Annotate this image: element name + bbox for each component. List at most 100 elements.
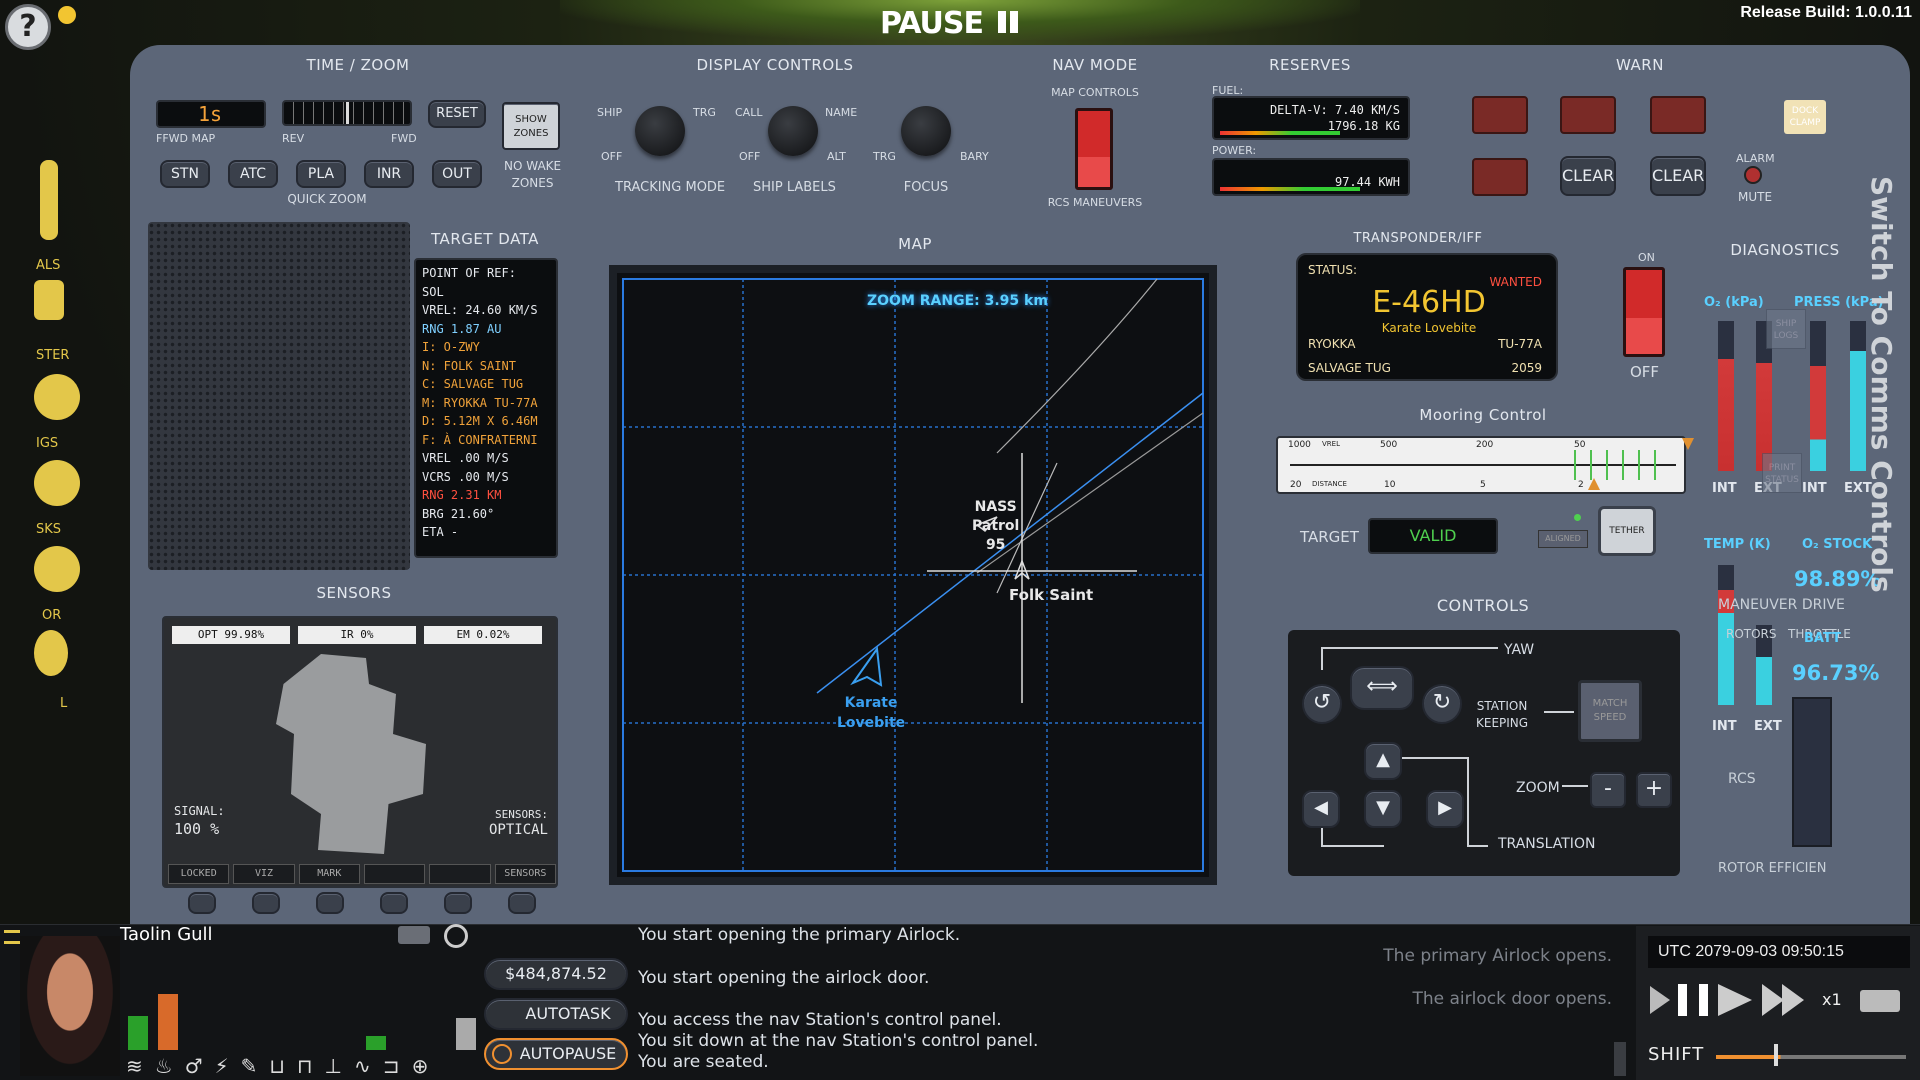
helm-icon[interactable] (34, 280, 64, 320)
misc-icon[interactable] (34, 630, 68, 676)
needs-icons-row: ≋♨♂⚡✎⊔⊓⊥∿⊐⊕ (126, 1054, 441, 1078)
transponder-status-label: STATUS: (1308, 263, 1358, 277)
shift-slider[interactable] (1716, 1055, 1906, 1059)
clear-button-1[interactable]: CLEAR (1560, 156, 1616, 196)
tracking-mode-knob[interactable] (635, 106, 685, 156)
translate-right-button[interactable]: ▶ (1426, 790, 1464, 828)
sensor-tab-5[interactable] (429, 864, 491, 884)
labels-name-label: NAME (825, 106, 858, 119)
airlock-icon[interactable] (40, 160, 58, 240)
transponder-off-label: OFF (1630, 363, 1660, 381)
zoom-plus-button[interactable]: + (1636, 772, 1672, 808)
yaw-center-button[interactable]: ⟺ (1350, 666, 1414, 710)
translate-left-button[interactable]: ◀ (1302, 790, 1340, 828)
sensor-tab-4[interactable] (363, 864, 426, 884)
focus-knob[interactable] (901, 106, 951, 156)
zoom-inr-button[interactable]: INR (364, 160, 414, 188)
transponder-switch[interactable] (1623, 267, 1665, 357)
settings-icon[interactable] (444, 924, 468, 948)
radar-icon[interactable] (34, 546, 80, 592)
diagnostics-title: DIAGNOSTICS (1730, 241, 1840, 259)
play-button[interactable] (1718, 984, 1752, 1016)
log-line-4: You sit down at the nav Station's contro… (638, 1031, 1039, 1051)
reserves-title: RESERVES (1269, 56, 1351, 74)
aligned-indicator: ALIGNED (1538, 530, 1588, 548)
mooring-distance-indicator (1588, 478, 1600, 490)
step-play-button[interactable] (1650, 986, 1670, 1014)
sensor-tab-mark[interactable]: MARK (298, 864, 360, 884)
warn-light-4[interactable] (1472, 158, 1528, 196)
rigs-icon[interactable] (34, 374, 80, 420)
nav-mode-switch[interactable] (1075, 108, 1113, 190)
zoom-pla-button[interactable]: PLA (296, 160, 346, 188)
sensor-button-4[interactable] (380, 892, 408, 914)
help-button[interactable]: ? (5, 4, 51, 50)
power-label: POWER: (1212, 144, 1257, 157)
fast-forward-button[interactable] (1762, 984, 1810, 1016)
sensor-button-6[interactable] (508, 892, 536, 914)
character-button-1[interactable] (398, 926, 430, 944)
clear-button-2[interactable]: CLEAR (1650, 156, 1706, 196)
map-screen[interactable]: ZOOM RANGE: 3.95 km NASS Patrol 95 Folk … (609, 265, 1217, 885)
sensor-tab-sensors[interactable]: SENSORS (494, 864, 556, 884)
translate-down-button[interactable]: ▼ (1364, 790, 1402, 828)
tasks-icon[interactable] (34, 460, 80, 506)
translate-up-button[interactable]: ▲ (1364, 742, 1402, 780)
tracking-off-label: OFF (601, 150, 623, 163)
yaw-right-button[interactable]: ↻ (1422, 684, 1462, 724)
warn-light-1[interactable] (1472, 96, 1528, 134)
ship-logs-button[interactable]: SHIP LOGS (1766, 309, 1806, 349)
station-line2: KEEPING (1476, 716, 1529, 730)
pause-label: PAUSE (880, 6, 984, 41)
show-zones-line2: ZONES (513, 128, 549, 139)
sensor-button-1[interactable] (188, 892, 216, 914)
map-panel: MAP ZOOM RANGE: 3.95 km NASS Patrol 95 F… (585, 225, 1245, 895)
sensor-tab-locked[interactable]: LOCKED (168, 864, 230, 884)
show-zones-button[interactable]: SHOW ZONES (502, 102, 560, 150)
translation-label: TRANSLATION (1498, 836, 1596, 852)
pause-indicator[interactable]: PAUSE (880, 6, 1019, 41)
reset-button[interactable]: RESET (428, 100, 486, 128)
warn-light-2[interactable] (1560, 96, 1616, 134)
pause-icon-bar (1010, 11, 1019, 33)
target-data-line: VCRS .00 M/S (422, 469, 509, 484)
zoom-minus-button[interactable]: - (1590, 772, 1626, 808)
print-status-button[interactable]: PRINT STATUS (1762, 453, 1802, 493)
character-portrait[interactable] (20, 936, 120, 1076)
match-line1: MATCH (1592, 698, 1628, 709)
throttle-slider[interactable] (1792, 697, 1832, 847)
alarm-mute-knob[interactable] (1744, 166, 1762, 184)
tick-5: 5 (1480, 480, 1486, 490)
sensor-tab-viz[interactable]: VIZ (233, 864, 295, 884)
sensors-mode-value: OPTICAL (488, 822, 548, 838)
labels-alt-label: ALT (827, 150, 846, 163)
dock-clamp-button[interactable]: DOCK CLAMP (1784, 100, 1826, 134)
speed-toggle[interactable] (1860, 990, 1900, 1012)
autopause-button[interactable]: AUTOPAUSE (484, 1038, 628, 1070)
zoom-atc-button[interactable]: ATC (228, 160, 278, 188)
yaw-left-button[interactable]: ↺ (1302, 684, 1342, 724)
pause-button[interactable] (1678, 984, 1708, 1016)
sensor-button-3[interactable] (316, 892, 344, 914)
focus-bary-label: BARY (960, 150, 989, 163)
em-readout: EM 0.02% (424, 626, 542, 644)
transponder-type: SALVAGE TUG (1308, 361, 1391, 375)
autotask-button[interactable]: AUTOTASK (484, 998, 628, 1030)
signal-value: 100 % (174, 820, 220, 838)
alert-icon[interactable] (58, 6, 76, 24)
warn-light-3[interactable] (1650, 96, 1706, 134)
menu-icon[interactable] (4, 930, 20, 944)
zoom-stn-button[interactable]: STN (160, 160, 210, 188)
time-slider-handle[interactable] (346, 102, 349, 124)
shift-slider-handle[interactable] (1774, 1044, 1778, 1066)
sensor-button-2[interactable] (252, 892, 280, 914)
tether-button[interactable]: TETHER (1598, 506, 1656, 556)
no-wake-line1: NO WAKE (504, 159, 562, 173)
match-speed-button[interactable]: MATCH SPEED (1578, 680, 1642, 742)
ship-labels-knob[interactable] (768, 106, 818, 156)
switch-comms-tab[interactable]: Switch To Comms Controls (1865, 176, 1898, 736)
log-scrollbar[interactable] (1614, 1042, 1626, 1076)
zoom-out-button[interactable]: OUT (432, 160, 482, 188)
sensor-button-5[interactable] (444, 892, 472, 914)
station-keeping-label: STATION KEEPING (1476, 698, 1528, 732)
